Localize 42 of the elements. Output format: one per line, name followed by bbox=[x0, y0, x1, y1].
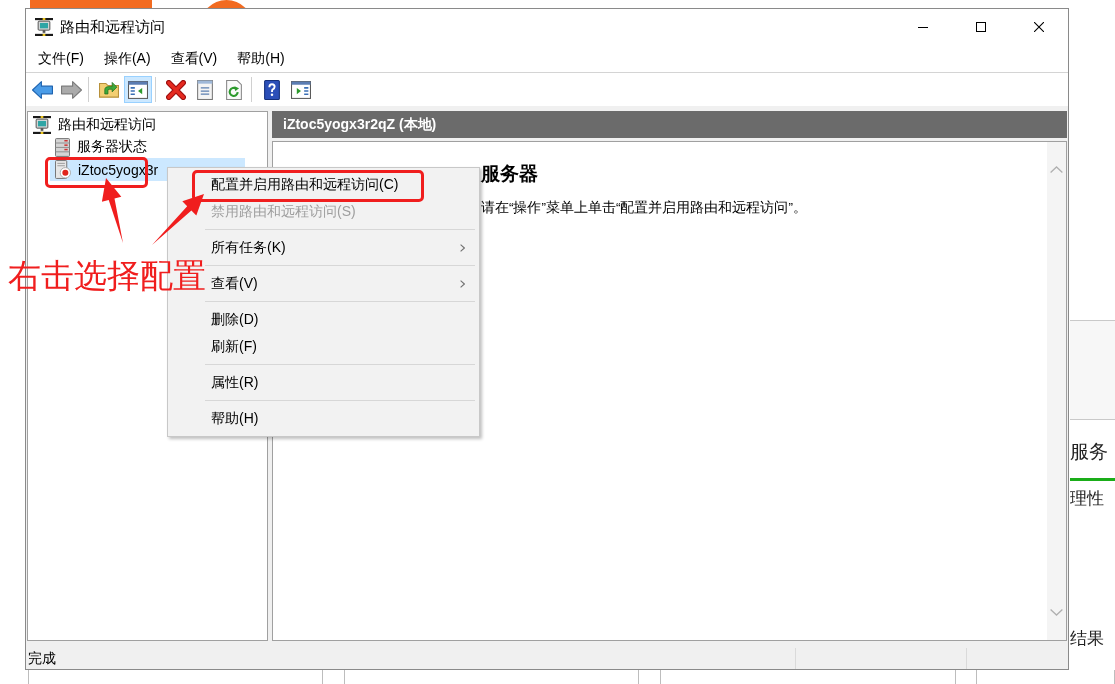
server-icon bbox=[55, 160, 71, 179]
instruction-text: 请在“操作”菜单上单击“配置并启用路由和远程访问”。 bbox=[481, 199, 807, 217]
help-icon bbox=[264, 79, 280, 100]
refresh-icon bbox=[226, 79, 242, 100]
menu-item[interactable]: 所有任务(K) bbox=[211, 234, 465, 261]
arrow bbox=[101, 178, 123, 243]
menu-item[interactable]: 刷新(F) bbox=[211, 333, 257, 360]
server-rack-icon bbox=[55, 137, 70, 157]
forward-arrow-icon bbox=[60, 80, 82, 99]
document-list-icon bbox=[197, 79, 213, 100]
menu-item[interactable]: 删除(D) bbox=[211, 306, 259, 333]
menu-bar-item[interactable]: 查看(V) bbox=[160, 46, 228, 71]
menu-bar-item[interactable]: 文件(F) bbox=[28, 46, 94, 71]
menu-item[interactable]: 属性(R) bbox=[211, 369, 259, 396]
label-text: 结果 bbox=[1070, 629, 1105, 649]
menu-bar-item[interactable]: 操作(A) bbox=[93, 46, 161, 71]
back-arrow-icon bbox=[31, 80, 53, 99]
menu-bar-item[interactable]: 帮助(H) bbox=[227, 46, 295, 71]
annotation-label: 右击选择配置 bbox=[8, 256, 206, 296]
network-computer-icon bbox=[35, 18, 53, 36]
scroll-down-icon[interactable] bbox=[1050, 609, 1063, 616]
tree-item[interactable]: 路由和远程访问 bbox=[33, 114, 160, 136]
maximize-icon bbox=[976, 22, 986, 32]
network-computer-icon bbox=[33, 116, 51, 134]
label-text: 理性 bbox=[1070, 489, 1105, 509]
vertical-scrollbar[interactable] bbox=[1047, 142, 1066, 640]
delete-icon bbox=[166, 79, 186, 100]
active-indicator bbox=[1070, 478, 1115, 481]
menu-item[interactable]: 帮助(H) bbox=[211, 405, 259, 432]
tree-item[interactable]: 服务器状态 bbox=[50, 136, 245, 158]
content-heading: 服务器 bbox=[481, 162, 538, 186]
section-heading: 服务 bbox=[1070, 440, 1109, 464]
show-tree-button[interactable] bbox=[124, 76, 152, 103]
close-icon bbox=[1034, 22, 1044, 32]
window-title: 路由和远程访问 bbox=[60, 17, 165, 37]
minimize-icon bbox=[918, 26, 928, 28]
pane-title: iZtoc5yogx3r2qZ (本地) bbox=[272, 111, 1067, 138]
scroll-up-icon[interactable] bbox=[1050, 166, 1063, 173]
folder-arrow-icon bbox=[99, 81, 119, 98]
menu-item[interactable]: 查看(V) bbox=[211, 270, 465, 297]
window-sidebar-icon bbox=[128, 80, 148, 99]
status-text: 完成 bbox=[28, 649, 56, 668]
